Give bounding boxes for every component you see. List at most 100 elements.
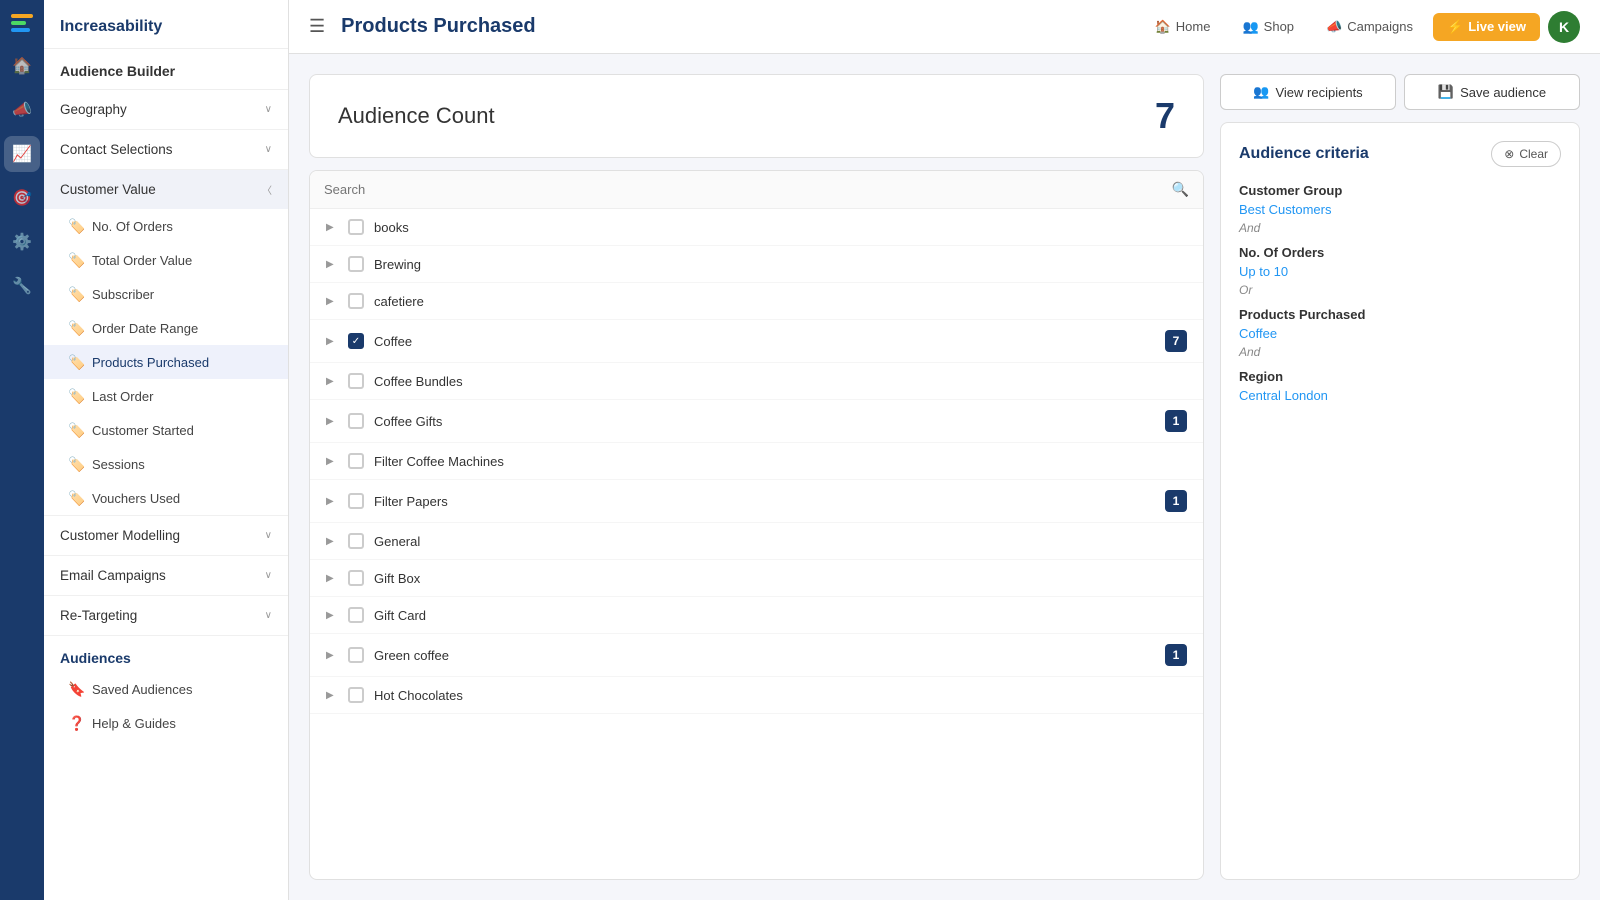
product-row[interactable]: ▶ General xyxy=(310,523,1203,560)
product-checkbox[interactable] xyxy=(348,453,364,469)
sidebar: Increasability Audience Builder Geograph… xyxy=(44,0,289,900)
nav-shop-button[interactable]: 👥 Shop xyxy=(1230,13,1306,41)
sidebar-item-products-purchased[interactable]: 🏷️Products Purchased xyxy=(44,345,288,379)
products-card: 🔍 ▶books▶Brewing▶cafetiere▶✓Coffee7▶Coff… xyxy=(309,170,1204,880)
expand-arrow-icon[interactable]: ▶ xyxy=(326,690,338,701)
expand-arrow-icon[interactable]: ▶ xyxy=(326,496,338,507)
nav-target-icon[interactable]: 🎯 xyxy=(4,180,40,216)
item-label: Total Order Value xyxy=(92,253,192,268)
product-row[interactable]: ▶books xyxy=(310,209,1203,246)
item-tag-icon: 🏷️ xyxy=(68,252,84,268)
product-row[interactable]: ▶✓Coffee7 xyxy=(310,320,1203,363)
product-row[interactable]: ▶ Filter Coffee Machines xyxy=(310,443,1203,480)
product-checkbox[interactable] xyxy=(348,493,364,509)
nav-analytics-icon[interactable]: 📈 xyxy=(4,136,40,172)
product-row[interactable]: ▶Green coffee1 xyxy=(310,634,1203,677)
menu-icon[interactable]: ☰ xyxy=(309,16,325,37)
expand-arrow-icon[interactable]: ▶ xyxy=(326,536,338,547)
product-checkbox[interactable] xyxy=(348,533,364,549)
product-row[interactable]: ▶Filter Papers1 xyxy=(310,480,1203,523)
criteria-group: Products PurchasedCoffeeAnd xyxy=(1239,307,1561,359)
clear-button[interactable]: ⊗ Clear xyxy=(1491,141,1561,167)
item-label: No. Of Orders xyxy=(92,219,173,234)
expand-arrow-icon[interactable]: ▶ xyxy=(326,222,338,233)
product-row[interactable]: ▶Gift Card xyxy=(310,597,1203,634)
product-checkbox[interactable] xyxy=(348,293,364,309)
sidebar-section-cv-header[interactable]: Customer Value 〈 xyxy=(44,170,288,209)
sidebar-section-retargeting-header[interactable]: Re-Targeting ∨ xyxy=(44,596,288,635)
sidebar-item-subscriber[interactable]: 🏷️Subscriber xyxy=(44,277,288,311)
product-checkbox[interactable] xyxy=(348,607,364,623)
expand-arrow-icon[interactable]: ▶ xyxy=(326,416,338,427)
sidebar-item-vouchers-used[interactable]: 🏷️Vouchers Used xyxy=(44,481,288,515)
nav-tools-icon[interactable]: 🔧 xyxy=(4,268,40,304)
product-checkbox[interactable] xyxy=(348,413,364,429)
product-checkbox[interactable] xyxy=(348,373,364,389)
nav-megaphone-icon[interactable]: 📣 xyxy=(4,92,40,128)
product-checkbox[interactable] xyxy=(348,219,364,235)
product-name: Coffee Gifts xyxy=(374,414,1155,429)
product-row[interactable]: ▶Brewing xyxy=(310,246,1203,283)
nav-settings-icon[interactable]: ⚙️ xyxy=(4,224,40,260)
expand-arrow-icon[interactable]: ▶ xyxy=(326,376,338,387)
expand-arrow-icon[interactable]: ▶ xyxy=(326,573,338,584)
sidebar-section-modelling-header[interactable]: Customer Modelling ∨ xyxy=(44,516,288,555)
save-audience-button[interactable]: 💾 Save audience xyxy=(1404,74,1580,110)
product-checkbox[interactable] xyxy=(348,570,364,586)
nav-home-icon[interactable]: 🏠 xyxy=(4,48,40,84)
audience-builder-header: Audience Builder xyxy=(44,49,288,90)
criteria-group-title: Customer Group xyxy=(1239,183,1561,198)
item-label: Sessions xyxy=(92,457,145,472)
product-row[interactable]: ▶Gift Box xyxy=(310,560,1203,597)
clear-icon: ⊗ xyxy=(1504,147,1514,161)
product-checkbox[interactable] xyxy=(348,687,364,703)
sidebar-section-geography-header[interactable]: Geography ∨ xyxy=(44,90,288,129)
criteria-connector: And xyxy=(1239,221,1561,235)
expand-arrow-icon[interactable]: ▶ xyxy=(326,650,338,661)
product-checkbox[interactable] xyxy=(348,647,364,663)
sidebar-section-customer-value: Customer Value 〈 🏷️No. Of Orders🏷️Total … xyxy=(44,170,288,516)
product-checkbox[interactable] xyxy=(348,256,364,272)
sidebar-item-order-date-range[interactable]: 🏷️Order Date Range xyxy=(44,311,288,345)
live-view-button[interactable]: ⚡ Live view xyxy=(1433,13,1540,41)
product-checkbox[interactable]: ✓ xyxy=(348,333,364,349)
product-row[interactable]: ▶Coffee Bundles xyxy=(310,363,1203,400)
sidebar-section-modelling: Customer Modelling ∨ xyxy=(44,516,288,556)
sidebar-item-no.-of-orders[interactable]: 🏷️No. Of Orders xyxy=(44,209,288,243)
expand-arrow-icon[interactable]: ▶ xyxy=(326,336,338,347)
product-name: General xyxy=(374,534,1187,549)
sidebar-item-help[interactable]: ❓ Help & Guides xyxy=(44,706,288,740)
search-input[interactable] xyxy=(324,182,1164,197)
email-label: Email Campaigns xyxy=(60,568,166,583)
home-nav-icon: 🏠 xyxy=(1155,19,1171,35)
sidebar-item-saved-audiences[interactable]: 🔖 Saved Audiences xyxy=(44,672,288,706)
expand-arrow-icon[interactable]: ▶ xyxy=(326,456,338,467)
nav-home-button[interactable]: 🏠 Home xyxy=(1143,13,1223,41)
sidebar-section-email-header[interactable]: Email Campaigns ∨ xyxy=(44,556,288,595)
sidebar-section-geography: Geography ∨ xyxy=(44,90,288,130)
product-row[interactable]: ▶Hot Chocolates xyxy=(310,677,1203,714)
recipients-icon: 👥 xyxy=(1253,84,1269,100)
action-buttons: 👥 View recipients 💾 Save audience xyxy=(1220,74,1580,110)
item-tag-icon: 🏷️ xyxy=(68,490,84,506)
audience-builder-label: Audience Builder xyxy=(60,63,175,79)
sidebar-item-total-order-value[interactable]: 🏷️ Total Order Value xyxy=(44,243,288,277)
sidebar-section-contact-header[interactable]: Contact Selections ∨ xyxy=(44,130,288,169)
criteria-group-title: Region xyxy=(1239,369,1561,384)
view-recipients-button[interactable]: 👥 View recipients xyxy=(1220,74,1396,110)
expand-arrow-icon[interactable]: ▶ xyxy=(326,610,338,621)
item-label: Products Purchased xyxy=(92,355,209,370)
nav-campaigns-button[interactable]: 📣 Campaigns xyxy=(1314,13,1425,41)
expand-arrow-icon[interactable]: ▶ xyxy=(326,259,338,270)
item-label: Order Date Range xyxy=(92,321,198,336)
product-row[interactable]: ▶Coffee Gifts1 xyxy=(310,400,1203,443)
sidebar-item-sessions[interactable]: 🏷️Sessions xyxy=(44,447,288,481)
item-tag-icon: 🏷️ xyxy=(68,388,84,404)
expand-arrow-icon[interactable]: ▶ xyxy=(326,296,338,307)
user-avatar[interactable]: K xyxy=(1548,11,1580,43)
product-name: Filter Coffee Machines xyxy=(374,454,1187,469)
sidebar-item-last-order[interactable]: 🏷️Last Order xyxy=(44,379,288,413)
product-badge: 1 xyxy=(1165,490,1187,512)
sidebar-item-customer-started[interactable]: 🏷️Customer Started xyxy=(44,413,288,447)
product-row[interactable]: ▶cafetiere xyxy=(310,283,1203,320)
